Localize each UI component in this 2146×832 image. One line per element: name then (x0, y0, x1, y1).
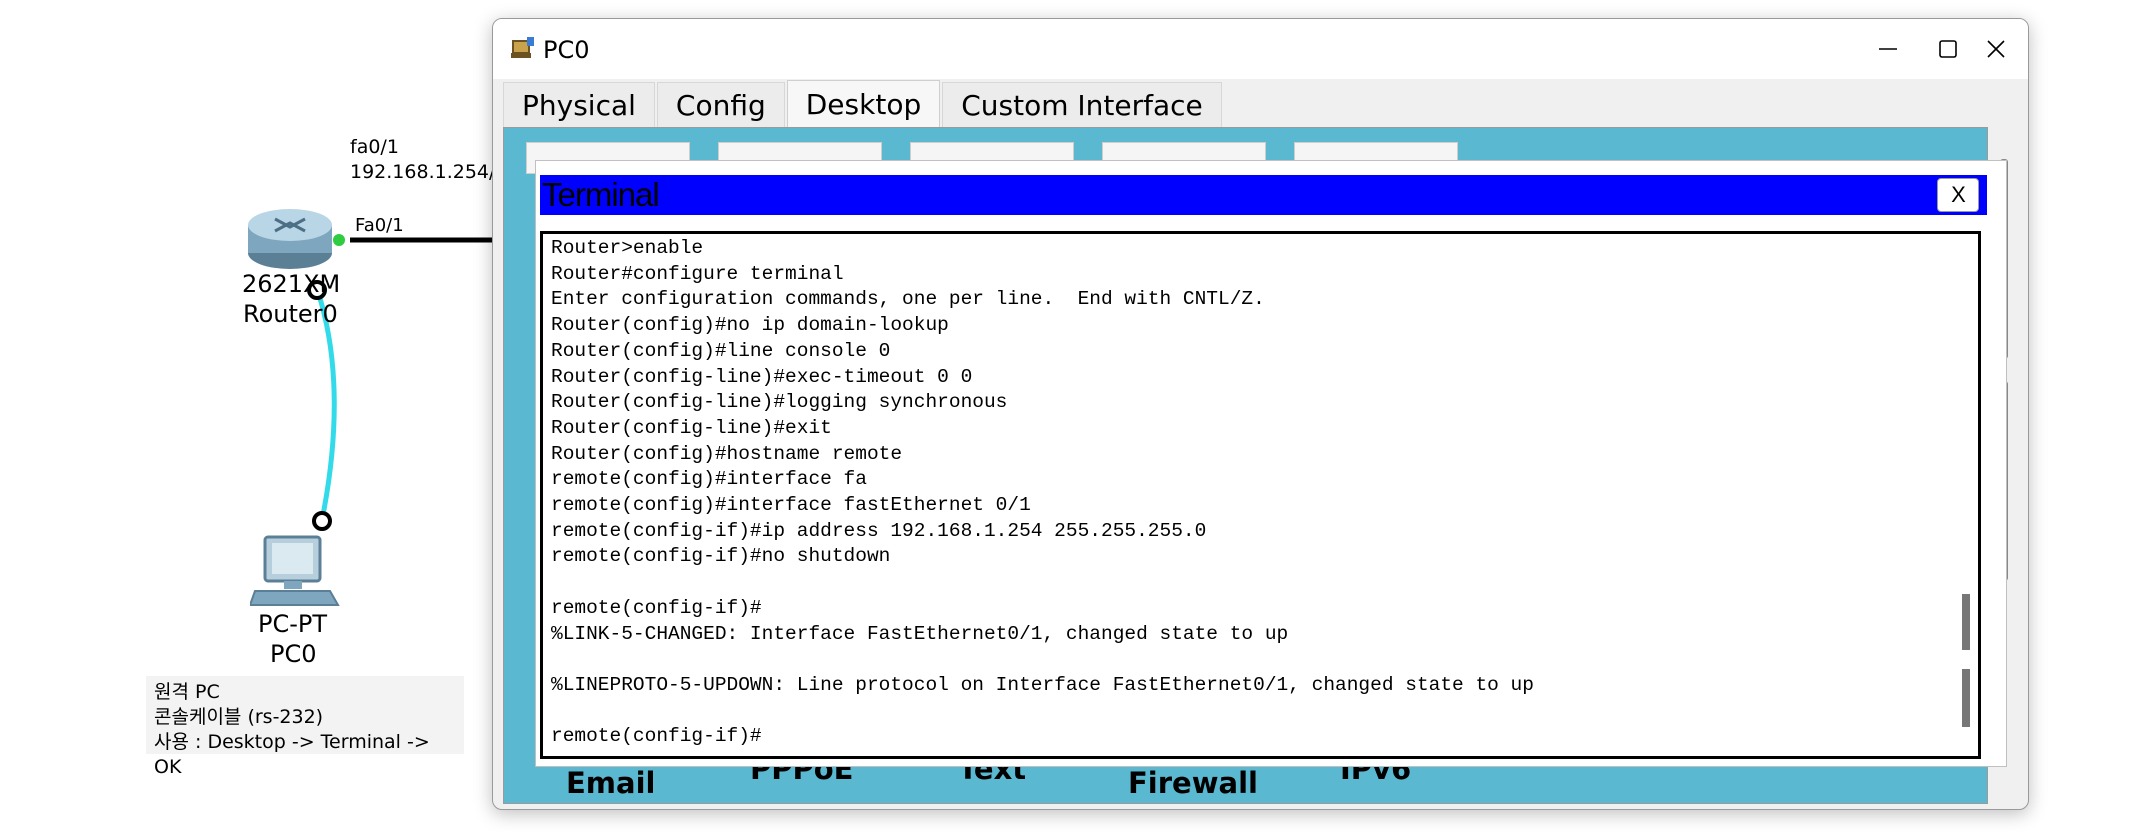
router-model-label: 2621XM (242, 270, 341, 298)
cable-endpoint-pc (312, 511, 332, 531)
packet-tracer-pc-icon (511, 37, 534, 58)
terminal-window: Terminal X Router>enable Router#configure… (535, 160, 2007, 767)
terminal-line: remote(config-if)#no shutdown (551, 545, 891, 568)
terminal-line: Router(config)#line console 0 (551, 339, 891, 362)
terminal-line: remote(config)#interface fa (551, 468, 867, 491)
terminal-line: Router(config)#hostname remote (551, 442, 903, 465)
terminal-line: remote(config-if)# (551, 596, 762, 619)
maximize-icon (1939, 40, 1957, 58)
tab-physical[interactable]: Physical (503, 82, 655, 127)
router-icon[interactable] (245, 205, 345, 275)
app-label-email[interactable]: Email (566, 766, 655, 800)
tab-config[interactable]: Config (656, 82, 785, 127)
terminal-line: Enter configuration commands, one per li… (551, 288, 1265, 311)
terminal-scroll-thumb[interactable] (1962, 594, 1970, 650)
terminal-line: Router>enable (551, 237, 704, 259)
terminal-line: Router#configure terminal (551, 262, 844, 285)
tab-custom-interface[interactable]: Custom Interface (942, 82, 1222, 127)
pc-model-label: PC-PT (258, 610, 328, 638)
router-port-label: Fa0/1 (355, 215, 404, 236)
minimize-icon (1879, 48, 1897, 50)
minimize-button[interactable] (1858, 29, 1918, 69)
note-line: 사용 : Desktop -> Terminal -> OK (154, 731, 430, 778)
terminal-line: %LINK-5-CHANGED: Interface FastEthernet0… (551, 622, 1289, 645)
app-label-firewall[interactable]: Firewall (1128, 766, 1258, 800)
window-title: PC0 (543, 36, 590, 64)
close-button[interactable] (1966, 29, 2026, 69)
terminal-console[interactable]: Router>enable Router#configure terminal En… (540, 231, 1981, 759)
tab-bar: Physical Config Desktop Custom Interface (503, 80, 1224, 128)
terminal-header[interactable]: Terminal X (540, 175, 1987, 215)
terminal-title: Terminal (542, 176, 660, 213)
tab-desktop[interactable]: Desktop (786, 80, 941, 127)
annotation-note: 원격 PC 콘솔케이블 (rs-232) 사용 : Desktop -> Ter… (146, 676, 464, 778)
terminal-line: remote(config)#interface fastEthernet 0/… (551, 494, 1031, 517)
terminal-line: remote(config-if)#ip address 192.168.1.2… (551, 519, 1207, 542)
terminal-close-button[interactable]: X (1937, 178, 1979, 212)
router-name-label: Router0 (243, 300, 338, 328)
pc-icon[interactable] (250, 533, 340, 613)
terminal-scroll-thumb[interactable] (1962, 669, 1970, 727)
terminal-line: Router(config-line)#exit (551, 416, 832, 439)
note-line: 원격 PC (154, 681, 220, 703)
close-icon (1987, 40, 2005, 58)
terminal-line: Router(config-line)#logging synchronous (551, 391, 1008, 414)
note-line: 콘솔케이블 (rs-232) (154, 706, 324, 728)
terminal-line: remote(config-if)# (551, 725, 762, 748)
terminal-line: Router(config-line)#exec-timeout 0 0 (551, 365, 973, 388)
terminal-output: Router>enable Router#configure terminal En… (551, 236, 1534, 750)
window-titlebar[interactable]: PC0 (493, 19, 2028, 79)
terminal-line: %LINEPROTO-5-UPDOWN: Line protocol on In… (551, 673, 1534, 696)
pc-name-label: PC0 (270, 640, 317, 668)
terminal-line: Router(config)#no ip domain-lookup (551, 314, 949, 337)
